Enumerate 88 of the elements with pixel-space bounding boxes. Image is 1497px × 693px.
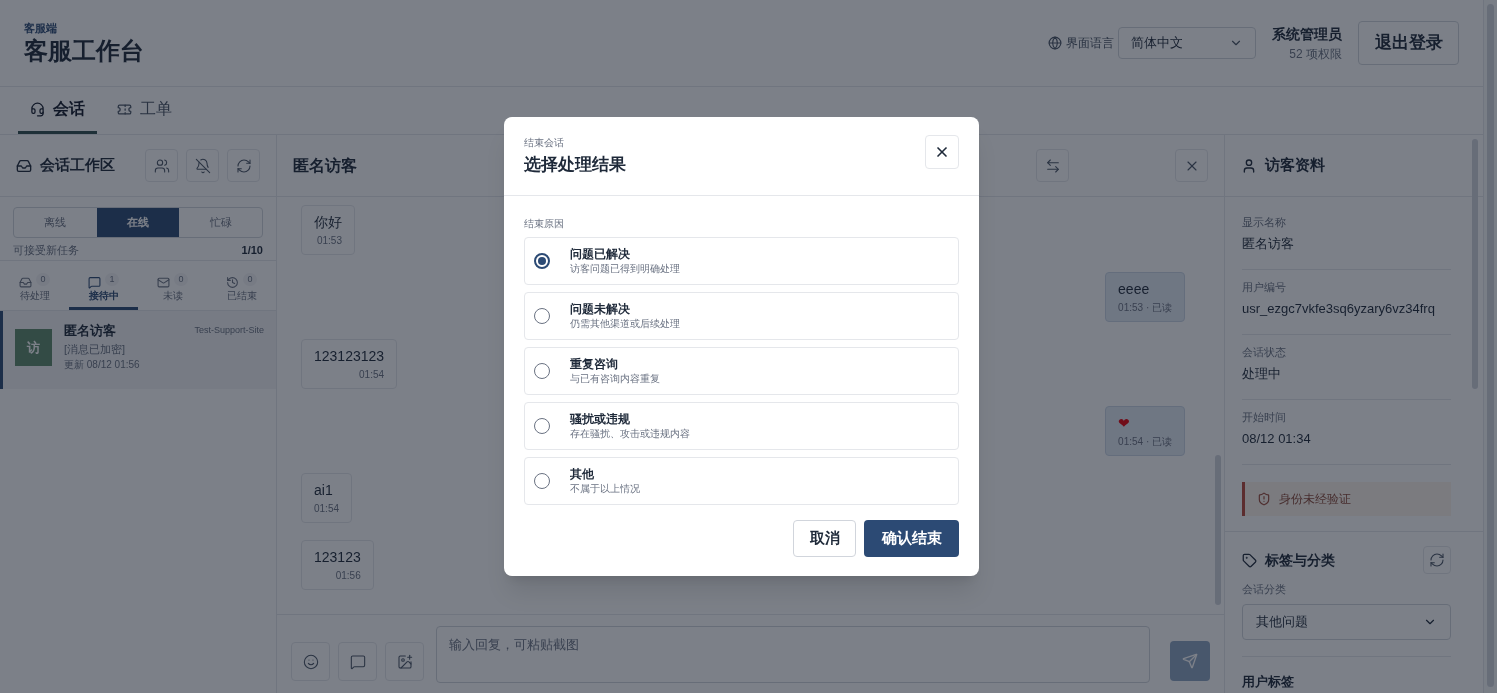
reason-description: 存在骚扰、攻击或违规内容 [570,426,690,441]
headset-icon [30,101,45,117]
user-name: 系统管理员 [1272,24,1342,44]
language-label: 界面语言 [1066,35,1114,52]
workspace-title: 会话工作区 [40,155,115,176]
shield-alert-icon [1257,492,1271,506]
inbox-icon [19,276,33,289]
main-tab[interactable]: 工单 [105,87,184,134]
field-value: 08/12 01:34 [1242,429,1312,448]
send-icon [1182,653,1198,669]
field-label: 显示名称 [1242,215,1287,230]
globe-icon [1048,36,1062,50]
users-icon [153,157,170,174]
smiley-icon [302,653,319,670]
field-label: 开始时间 [1242,410,1287,425]
close-button[interactable] [925,135,959,170]
swap-arrows-icon [1044,157,1061,174]
main-tab[interactable]: 会话 [18,87,97,134]
section-title: 标签与分类 [1265,550,1335,570]
field-label: 会话状态 [1242,345,1287,360]
assign-button[interactable] [145,149,178,182]
app-eyebrow: 客服端 [24,20,58,36]
reason-description: 仍需其他渠道或后续处理 [570,316,680,331]
confirm-button[interactable]: 确认结束 [864,519,959,557]
refresh-button[interactable] [227,149,260,182]
field-value: 处理中 [1242,364,1282,383]
image-plus-icon [396,653,413,670]
bell-off-icon [194,157,211,174]
site-name: Test-Support-Site [194,324,264,337]
refresh-button[interactable] [1423,546,1451,574]
message-bubble: ai1 01:54 [301,473,353,523]
capacity-value: 1/10 [241,243,263,259]
message-bubble: 你好 01:53 [301,205,355,255]
tag-icon [1242,552,1257,568]
quick-reply-button[interactable] [338,642,377,681]
reason-title: 问题已解决 [570,245,631,262]
chat-bubble-icon [88,276,102,289]
status-option[interactable]: 离线 [14,208,97,237]
reason-option[interactable]: 其他 不属于以上情况 [524,456,959,505]
send-button[interactable] [1170,641,1210,681]
reply-input[interactable]: 输入回复，可粘贴截图 [436,625,1150,683]
dialog-title: 选择处理结果 [524,154,626,177]
refresh-icon [235,157,252,174]
reason-option[interactable]: 重复咨询 与已有咨询内容重复 [524,346,959,395]
ticket-icon [117,101,132,117]
reason-title: 问题未解决 [570,300,631,317]
user-permissions: 52 项权限 [1289,45,1342,63]
status-option[interactable]: 在线 [96,208,180,237]
mail-icon [157,276,171,289]
dialog-eyebrow: 结束会话 [524,136,565,151]
radio-button[interactable] [534,252,550,269]
chat-title: 匿名访客 [293,155,357,176]
refresh-icon [1429,552,1445,568]
warning-banner: 身份未经验证 [1242,482,1451,516]
reason-description: 与已有咨询内容重复 [570,371,660,386]
logout-button[interactable]: 退出登录 [1358,21,1459,65]
mute-button[interactable] [186,149,219,182]
emoji-button[interactable] [291,642,330,681]
reason-title: 骚扰或违规 [570,410,631,427]
field-value: 匿名访客 [1242,234,1295,253]
image-button[interactable] [385,642,424,681]
language-select[interactable]: 简体中文 [1118,27,1256,59]
reason-title: 重复咨询 [570,355,619,372]
history-icon [226,276,240,289]
message-bubble: 123123 01:56 [301,540,374,590]
panel-title: 访客资料 [1265,155,1325,176]
count-badge: 1 [105,273,119,286]
chat-bubble-icon [349,653,366,670]
message-bubble: 123123123 01:54 [301,339,398,389]
field-value: usr_ezgc7vkfe3sq6yzary6vz34frq [1242,299,1436,318]
reason-option[interactable]: 问题未解决 仍需其他渠道或后续处理 [524,291,959,340]
user-icon [1241,157,1257,174]
section-title: 用户标签 [1242,673,1294,689]
avatar: 访 [15,329,52,366]
reason-title: 其他 [570,465,595,482]
conversation-name: 匿名访客 [64,322,116,340]
reason-description: 访客问题已得到明确处理 [570,261,680,276]
category-select[interactable]: 其他问题 [1242,603,1451,640]
reason-option[interactable]: 问题已解决 访客问题已得到明确处理 [524,236,959,285]
reason-label: 结束原因 [524,216,565,231]
reason-option[interactable]: 骚扰或违规 存在骚扰、攻击或违规内容 [524,401,959,450]
inbox-icon [16,157,32,174]
app-title: 客服工作台 [24,36,144,67]
transfer-button[interactable] [1036,149,1069,182]
reason-description: 不属于以上情况 [570,481,640,496]
close-chat-button[interactable] [1175,149,1208,182]
cancel-button[interactable]: 取消 [793,519,856,557]
field-label: 会话分类 [1242,582,1287,597]
